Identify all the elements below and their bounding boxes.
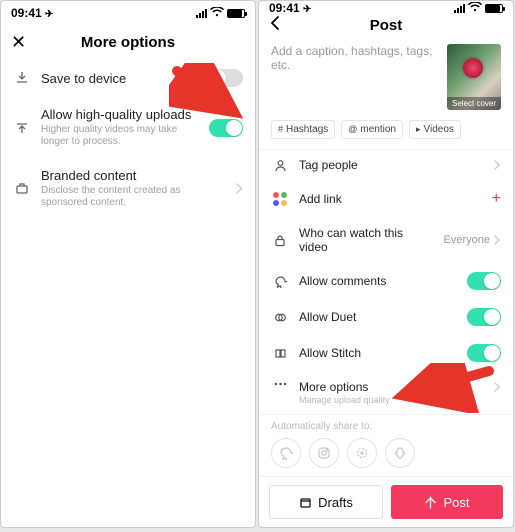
row-tag-people[interactable]: Tag people [259,149,513,181]
chip-hashtags[interactable]: #Hashtags [271,120,335,139]
toggle-duet[interactable] [467,308,501,326]
toggle-save[interactable] [209,69,243,87]
cover-thumbnail[interactable]: Select cover [447,44,501,110]
ellipsis-icon [271,380,289,386]
signal-icon [196,9,207,18]
sub-label: Disclose the content created as sponsore… [41,185,226,209]
battery-icon [485,4,503,13]
label: Save to device [41,71,199,86]
status-bar: 09:41 ✈︎ [259,1,513,15]
row-more-options[interactable]: More options Manage upload quality [259,371,513,414]
nav-bar: ✕ More options [1,25,255,59]
battery-icon [227,9,245,18]
toggle-stitch[interactable] [467,344,501,362]
comment-icon [271,275,289,288]
share-instagram-icon[interactable] [309,438,339,468]
caption-input[interactable]: Add a caption, hashtags, tags, etc. [271,44,439,110]
person-icon [271,159,289,172]
page-title: More options [81,34,175,51]
privacy-value: Everyone [444,234,490,246]
row-allow-stitch[interactable]: Allow Stitch [259,335,513,371]
chevron-right-icon [494,160,501,170]
row-allow-comments[interactable]: Allow comments [259,263,513,299]
label: Branded content [41,168,226,183]
drafts-button[interactable]: Drafts [269,485,383,519]
row-branded-content[interactable]: Branded content Disclose the content cre… [1,158,255,219]
tag-icon [13,182,31,196]
clock: 09:41 ✈︎ [269,1,311,15]
sub-label: Manage upload quality [299,395,484,405]
signal-icon [454,4,465,13]
post-screen: 09:41 ✈︎ Post Add a caption, hashtags, t… [258,0,514,528]
toggle-hq[interactable] [209,119,243,137]
upload-icon [13,121,31,135]
chevron-right-icon [494,382,501,392]
status-bar: 09:41 ✈︎ [1,1,255,25]
share-snapchat-icon[interactable] [385,438,415,468]
link-icon [271,192,289,206]
row-hq-uploads[interactable]: Allow high-quality uploads Higher qualit… [1,97,255,158]
post-button[interactable]: Post [391,485,503,519]
clock: 09:41 ✈︎ [11,6,53,20]
toggle-comments[interactable] [467,272,501,290]
download-icon [13,71,31,85]
row-add-link[interactable]: Add link + [259,181,513,217]
sub-label: Higher quality videos may take longer to… [41,124,199,148]
auto-share-label: Automatically share to: [271,421,501,432]
close-icon[interactable]: ✕ [11,32,26,53]
auto-share-section: Automatically share to: [259,415,513,476]
nav-bar: Post [259,15,513,35]
plus-icon: + [492,190,501,208]
page-title: Post [370,17,403,34]
back-icon[interactable] [269,15,280,36]
wifi-icon [468,1,482,15]
label: Allow high-quality uploads [41,107,199,122]
duet-icon [271,311,289,324]
chevron-right-icon [494,235,501,245]
row-save-to-device[interactable]: Save to device [1,59,255,97]
stitch-icon [271,347,289,360]
wifi-icon [210,6,224,20]
chevron-right-icon [236,183,243,194]
lock-icon [271,234,289,247]
chip-videos[interactable]: ▸Videos [409,120,461,139]
more-options-screen: 09:41 ✈︎ ✕ More options Save to device A… [0,0,256,528]
chip-mention[interactable]: @mention [341,120,403,139]
row-allow-duet[interactable]: Allow Duet [259,299,513,335]
share-message-icon[interactable] [271,438,301,468]
row-privacy[interactable]: Who can watch this video Everyone [259,217,513,263]
share-stories-icon[interactable] [347,438,377,468]
select-cover-label: Select cover [447,97,501,110]
